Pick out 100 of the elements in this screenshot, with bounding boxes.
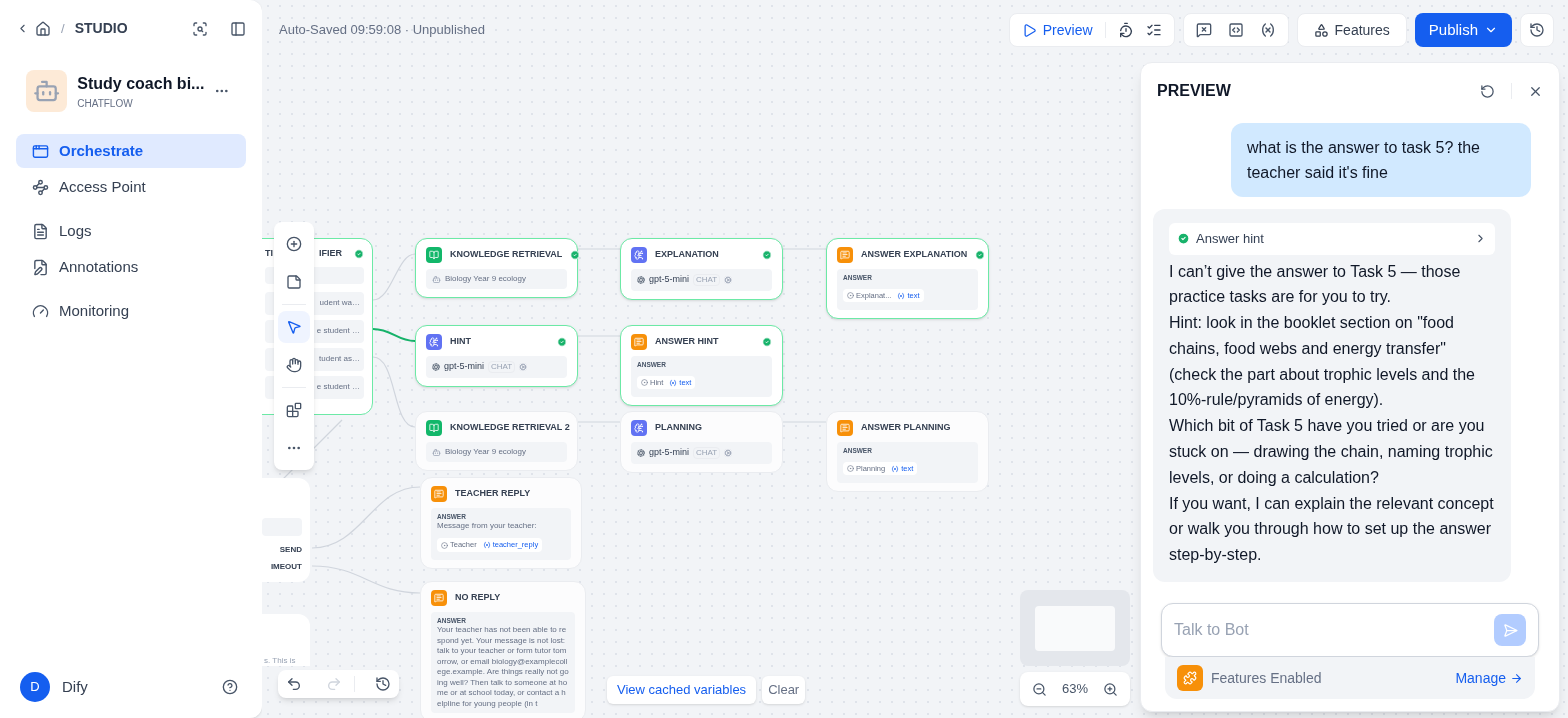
checklist-icon[interactable] [1145,22,1162,38]
nav-icon [32,178,49,196]
source-icon [847,465,854,472]
play-icon [1021,22,1037,38]
reply-paragraph: I can’t give the answer to Task 5 — those practice tasks are for you to try. [1169,261,1462,308]
branch-label: SEND [279,544,302,556]
undo-icon[interactable] [286,676,302,692]
add-icon [286,236,302,252]
blocks-icon [286,402,302,418]
nav-item[interactable]: Orchestrate [16,134,246,168]
mode-badge: CHAT [693,446,721,459]
branch-label: IMEOUT [270,561,302,573]
pointer-tool-button[interactable] [278,311,310,343]
node-type-icon [426,334,442,350]
node-title: NO REPLY [455,591,501,605]
manage-link[interactable]: Manage [1455,667,1523,689]
source-icon [847,292,854,299]
zoom-out-icon[interactable] [1032,681,1047,697]
node-type-icon [426,247,442,263]
clear-button[interactable]: Clear [762,676,806,704]
user-avatar[interactable]: D [20,672,50,702]
node-type-icon [431,590,447,606]
autosave-status: Auto-Saved 09:59:08 · Unpublished [279,21,485,39]
node-title: KNOWLEDGE RETRIEVAL [450,248,563,262]
variable-icon[interactable] [1259,22,1276,38]
model-icon [637,448,645,457]
node-title: ANSWER PLANNING [861,421,951,435]
settings-icon [519,362,528,371]
dataset-name: Biology Year 9 ecology [445,446,526,458]
hand-icon [286,357,302,373]
chat-input[interactable]: Talk to Bot [1161,603,1539,657]
variable-icon [669,378,678,387]
note-icon [286,274,302,290]
node-title: TI [265,247,273,260]
pointer-icon [286,319,302,335]
history-icon[interactable] [375,676,391,692]
reply-paragraph: Which bit of Task 5 have you tried or are you stuck on — drawing the chain, naming trophic levels, or doing a calculation? [1169,416,1494,488]
answer-text: Your teacher has not been able to respond yet. Your message is not lost: talk to your teacher or form tutor tomorrow, or email biology@examplecollege.example. Are things really not going well? Then talk to someone at home or at school today, or contact a helpline for young people (in t [437,625,569,709]
node-title: ANSWER EXPLANATION [861,248,968,262]
features-button[interactable]: Features [1296,13,1407,47]
dataset-name: Biology Year 9 ecology [445,273,526,285]
node-type-icon [431,486,447,502]
model-name: gpt-5-mini [444,360,484,373]
node-type-icon [631,420,647,436]
restart-icon[interactable] [1480,83,1495,99]
node-text: s. This is [264,656,296,665]
class-text: e student … [316,325,360,337]
reply-paragraph: If you want, I can explain the relevant concept or walk you through how to set up the answer step-by-step. [1169,493,1495,566]
shapes-icon [1313,22,1329,38]
nav-item[interactable]: Access Point [16,170,246,204]
conversation-variables-icon[interactable] [1195,22,1212,38]
model-name: gpt-5-mini [649,446,689,459]
mode-badge: CHAT [693,273,721,286]
workflow-node[interactable]: KNOWLEDGE RETRIEVAL 2 Biology Year 9 ecology [415,411,578,471]
connector-line [372,356,416,428]
features-label: Features Enabled [1211,668,1322,688]
workflow-node[interactable]: EXPLANATION gpt-5-mini CHAT [620,238,783,300]
workflow-status-bar[interactable]: Answer hint [1169,223,1495,255]
model-name: gpt-5-mini [649,273,689,286]
publish-button[interactable]: Publish [1414,13,1512,47]
class-text: tudent as… [319,353,360,365]
view-cached-variables-link[interactable]: View cached variables [607,676,757,704]
zoom-in-icon[interactable] [1103,681,1118,697]
class-text: udent wa… [319,297,360,309]
node-type-icon [631,247,647,263]
run-history-icon[interactable] [1117,22,1134,38]
workflow-node[interactable]: PLANNING gpt-5-mini CHAT [620,411,783,473]
variable-icon [482,541,491,549]
panel-title: PREVIEW [1157,81,1231,101]
nav-item[interactable]: Annotations [16,250,246,284]
help-icon[interactable] [222,679,238,695]
panel-toggle-icon[interactable] [230,20,246,37]
workflow-node[interactable]: KNOWLEDGE RETRIEVAL Biology Year 9 ecology [415,238,578,298]
zoom-level: 63% [1062,680,1088,699]
node-title: PLANNING [655,421,702,435]
node-type-icon [631,334,647,350]
node-type-icon [426,420,442,436]
model-icon [637,275,645,284]
node-title: HINT [450,335,471,349]
reply-paragraph: Hint: look in the booklet section on "food chains, food webs and energy transfer" (check the part about trophic levels and the 10%-rule/pyramids of energy). [1169,313,1476,411]
breadcrumb[interactable]: STUDIO [74,18,128,39]
home-icon[interactable] [35,20,51,37]
workflow-node[interactable]: SEND IMEOUT [262,478,310,582]
app-avatar [26,70,68,112]
preview-button[interactable]: Preview [1021,19,1093,41]
message-field[interactable]: Talk to Bot [1174,618,1494,642]
workflow-node[interactable]: HINT gpt-5-mini CHAT [415,325,578,387]
environment-variables-icon[interactable] [1227,22,1244,38]
puzzle-icon [1177,665,1203,691]
nav-icon [32,142,49,160]
app-type: CHATFLOW [77,96,134,111]
nav-item[interactable]: Logs [16,214,246,248]
dataset-icon [432,274,441,284]
arrow-icon [1510,671,1523,685]
node-title: ANSWER HINT [655,335,719,349]
nav-item[interactable]: Monitoring [16,294,246,328]
workflow-node[interactable] [420,581,586,718]
search-icon[interactable] [192,20,208,37]
version-history-button[interactable] [1520,13,1554,47]
user-name: Dify [62,676,88,697]
